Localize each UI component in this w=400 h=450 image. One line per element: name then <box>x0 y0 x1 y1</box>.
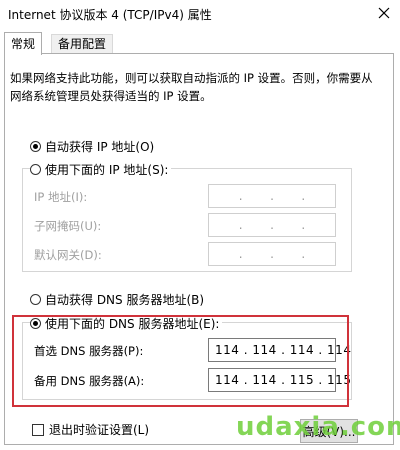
close-button[interactable] <box>372 2 396 24</box>
radio-indicator <box>30 294 41 305</box>
radio-manual-ip-label: 使用下面的 IP 地址(S): <box>45 163 169 177</box>
description-text: 如果网络支持此功能，则可以获取自动指派的 IP 设置。否则，你需要从网络系统管理… <box>10 71 373 103</box>
radio-manual-dns[interactable]: 使用下面的 DNS 服务器地址(E): <box>30 315 223 332</box>
radio-indicator <box>30 164 41 175</box>
close-icon <box>378 7 390 19</box>
alternate-dns-label: 备用 DNS 服务器(A): <box>34 374 145 388</box>
alternate-dns-input[interactable]: 114 . 114 . 115 . 115 <box>208 368 351 392</box>
ip-address-input[interactable]: ... <box>208 184 336 208</box>
radio-indicator <box>30 141 41 152</box>
advanced-button[interactable]: 高级(V)... <box>300 419 358 443</box>
radio-manual-dns-label: 使用下面的 DNS 服务器地址(E): <box>45 317 220 331</box>
window-title: Internet 协议版本 4 (TCP/IPv4) 属性 <box>8 8 212 22</box>
radio-auto-dns-label: 自动获得 DNS 服务器地址(B) <box>45 293 205 307</box>
tab-alternate-config[interactable]: 备用配置 <box>51 34 114 54</box>
default-gateway-input[interactable]: ... <box>208 242 336 266</box>
radio-auto-dns[interactable]: 自动获得 DNS 服务器地址(B) <box>30 291 204 308</box>
alternate-dns-value: 114 . 114 . 115 . 115 <box>215 373 352 387</box>
default-gateway-label: 默认网关(D): <box>34 248 102 262</box>
title-bar: Internet 协议版本 4 (TCP/IPv4) 属性 <box>0 0 400 28</box>
preferred-dns-value: 114 . 114 . 114 . 114 <box>215 343 352 357</box>
preferred-dns-label: 首选 DNS 服务器(P): <box>34 344 144 358</box>
subnet-mask-input[interactable]: ... <box>208 213 336 237</box>
radio-auto-ip-label: 自动获得 IP 地址(O) <box>45 140 155 154</box>
preferred-dns-input[interactable]: 114 . 114 . 114 . 114 <box>208 338 351 362</box>
tab-general[interactable]: 常规 <box>4 32 43 55</box>
validate-on-exit-label: 退出时验证设置(L) <box>49 423 150 437</box>
validate-on-exit-checkbox[interactable]: 退出时验证设置(L) <box>32 421 149 438</box>
subnet-mask-label: 子网掩码(U): <box>34 219 102 233</box>
checkbox-indicator <box>32 423 44 436</box>
tcpip-properties-dialog: Internet 协议版本 4 (TCP/IPv4) 属性 常规 备用配置 如果… <box>0 0 400 450</box>
radio-auto-ip[interactable]: 自动获得 IP 地址(O) <box>30 138 154 155</box>
radio-manual-ip[interactable]: 使用下面的 IP 地址(S): <box>30 161 172 178</box>
ip-address-label: IP 地址(I): <box>34 190 88 204</box>
radio-indicator <box>30 318 41 329</box>
